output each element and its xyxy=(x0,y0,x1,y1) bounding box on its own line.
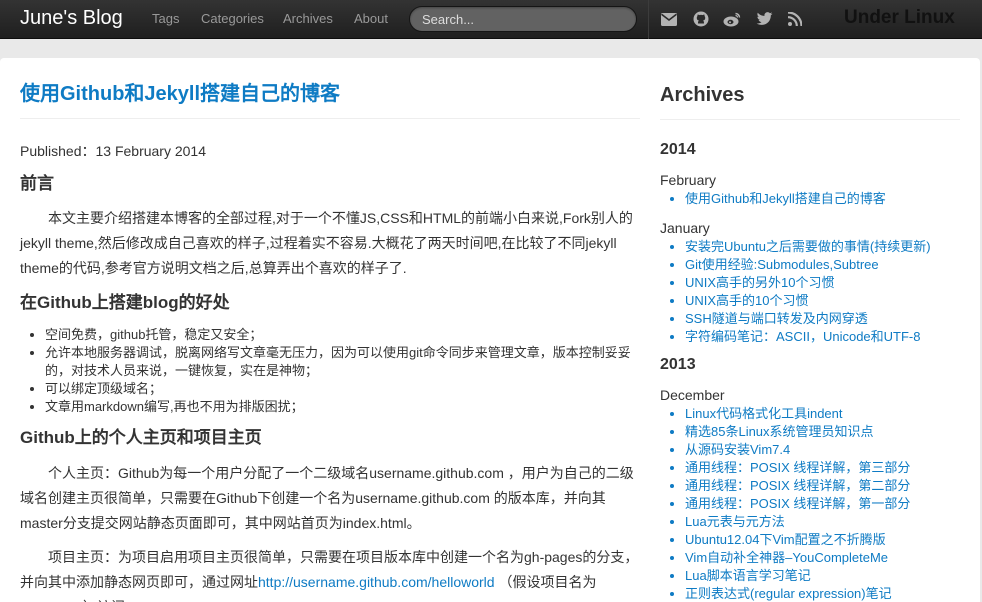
archive-post: 从源码安装Vim7.4 xyxy=(685,441,966,459)
search-input[interactable] xyxy=(409,6,637,32)
archive-post: 正则表达式(regular expression)笔记 xyxy=(685,585,966,602)
nav-tags[interactable]: Tags xyxy=(152,11,179,27)
envelope-icon[interactable] xyxy=(659,9,679,29)
archive-post-link[interactable]: UNIX高手的10个习惯 xyxy=(685,293,809,308)
archive-post-link[interactable]: 正则表达式(regular expression)笔记 xyxy=(685,586,892,601)
list-item: 可以绑定顶级域名； xyxy=(45,380,640,398)
post-title[interactable]: 使用Github和Jekyll搭建自己的博客 xyxy=(20,81,340,107)
archive-list-dec-2013: Linux代码格式化工具indent 精选85条Linux系统管理员知识点 从源… xyxy=(666,405,966,602)
user-page-paragraph: 个人主页：Github为每一个用户分配了一个二级域名username.githu… xyxy=(20,465,634,531)
archive-post: Vim自动补全神器–YouCompleteMe xyxy=(685,549,966,567)
site-slogan: Under Linux xyxy=(844,7,955,28)
month-february-2014: February xyxy=(660,172,717,188)
archive-post: Linux代码格式化工具indent xyxy=(685,405,966,423)
month-january-2014: January xyxy=(660,220,710,236)
archive-post-link[interactable]: 通用线程：POSIX 线程详解，第二部分 xyxy=(685,478,910,493)
archive-post-link[interactable]: 安装完Ubuntu之后需要做的事情(持续更新) xyxy=(685,239,931,254)
archive-post-link[interactable]: Lua脚本语言学习笔记 xyxy=(685,568,811,583)
title-divider xyxy=(20,118,640,119)
archive-post-link[interactable]: 使用Github和Jekyll搭建自己的博客 xyxy=(685,191,886,206)
section-heading-pages: Github上的个人主页和项目主页 xyxy=(20,428,262,447)
archive-post: 精选85条Linux系统管理员知识点 xyxy=(685,423,966,441)
preface-paragraph: 本文主要介绍搭建本博客的全部过程,对于一个不懂JS,CSS和HTML的前端小白来… xyxy=(20,210,633,276)
archive-post-link[interactable]: SSH隧道与端口转发及内网穿透 xyxy=(685,311,868,326)
twitter-icon[interactable] xyxy=(754,9,774,29)
section-heading-preface: 前言 xyxy=(20,174,54,193)
brand-link[interactable]: June's Blog xyxy=(20,6,123,30)
archive-post: 使用Github和Jekyll搭建自己的博客 xyxy=(685,190,966,208)
archive-post: 通用线程：POSIX 线程详解，第二部分 xyxy=(685,477,966,495)
archive-post-link[interactable]: Lua元表与元方法 xyxy=(685,514,785,529)
weibo-icon[interactable] xyxy=(722,9,742,29)
archive-post: Git使用经验:Submodules,Subtree xyxy=(685,256,966,274)
list-item: 空间免费，github托管，稳定又安全； xyxy=(45,326,640,344)
rss-icon[interactable] xyxy=(785,9,805,29)
nav-categories[interactable]: Categories xyxy=(201,11,264,27)
nav-divider xyxy=(648,0,649,39)
section-heading-benefits: 在Github上搭建blog的好处 xyxy=(20,293,230,312)
nav-archives[interactable]: Archives xyxy=(283,11,333,27)
archive-post: SSH隧道与端口转发及内网穿透 xyxy=(685,310,966,328)
archive-post: 通用线程：POSIX 线程详解，第三部分 xyxy=(685,459,966,477)
project-page-paragraph: 项目主页：为项目启用项目主页很简单，只需要在项目版本库中创建一个名为gh-pag… xyxy=(20,545,640,602)
navbar: June's Blog Tags Categories Archives Abo… xyxy=(0,0,982,39)
archive-post-link[interactable]: 从源码安装Vim7.4 xyxy=(685,442,790,457)
archive-post-link[interactable]: Git使用经验:Submodules,Subtree xyxy=(685,257,879,272)
month-december-2013: December xyxy=(660,387,725,403)
benefits-list: 空间免费，github托管，稳定又安全； 允许本地服务器调试，脱离网络写文章毫无… xyxy=(26,326,640,416)
archive-post: UNIX高手的10个习惯 xyxy=(685,292,966,310)
archives-title: Archives xyxy=(660,84,745,106)
archive-post-link[interactable]: 通用线程：POSIX 线程详解，第三部分 xyxy=(685,460,910,475)
archive-post: Ubuntu12.04下Vim配置之不折腾版 xyxy=(685,531,966,549)
list-item: 文章用markdown编写,再也不用为排版困扰； xyxy=(45,398,640,416)
archive-post: 字符编码笔记：ASCII，Unicode和UTF-8 xyxy=(685,328,966,346)
archive-post-link[interactable]: Ubuntu12.04下Vim配置之不折腾版 xyxy=(685,532,886,547)
year-2013: 2013 xyxy=(660,356,696,373)
publish-date: Published：13 February 2014 xyxy=(20,143,207,159)
archive-post-link[interactable]: Linux代码格式化工具indent xyxy=(685,406,843,421)
archive-post: Lua脚本语言学习笔记 xyxy=(685,567,966,585)
archive-post-link[interactable]: 通用线程：POSIX 线程详解，第一部分 xyxy=(685,496,910,511)
helloworld-link[interactable]: http://username.github.com/helloworld xyxy=(258,574,495,590)
nav-about[interactable]: About xyxy=(354,11,388,27)
archive-post: 安装完Ubuntu之后需要做的事情(持续更新) xyxy=(685,238,966,256)
archive-post-link[interactable]: UNIX高手的另外10个习惯 xyxy=(685,275,835,290)
list-item: 允许本地服务器调试，脱离网络写文章毫无压力，因为可以使用git命令同步来管理文章… xyxy=(45,344,640,380)
archive-post: Lua元表与元方法 xyxy=(685,513,966,531)
archive-post: UNIX高手的另外10个习惯 xyxy=(685,274,966,292)
year-2014: 2014 xyxy=(660,141,696,158)
archive-post: 通用线程：POSIX 线程详解，第一部分 xyxy=(685,495,966,513)
archive-post-link[interactable]: 字符编码笔记：ASCII，Unicode和UTF-8 xyxy=(685,329,920,344)
archive-post-link[interactable]: Vim自动补全神器–YouCompleteMe xyxy=(685,550,888,565)
archive-list-feb-2014: 使用Github和Jekyll搭建自己的博客 xyxy=(666,190,966,208)
archive-list-jan-2014: 安装完Ubuntu之后需要做的事情(持续更新) Git使用经验:Submodul… xyxy=(666,238,966,346)
archive-post-link[interactable]: 精选85条Linux系统管理员知识点 xyxy=(685,424,874,439)
archives-divider xyxy=(660,119,960,120)
github-icon[interactable] xyxy=(691,9,711,29)
